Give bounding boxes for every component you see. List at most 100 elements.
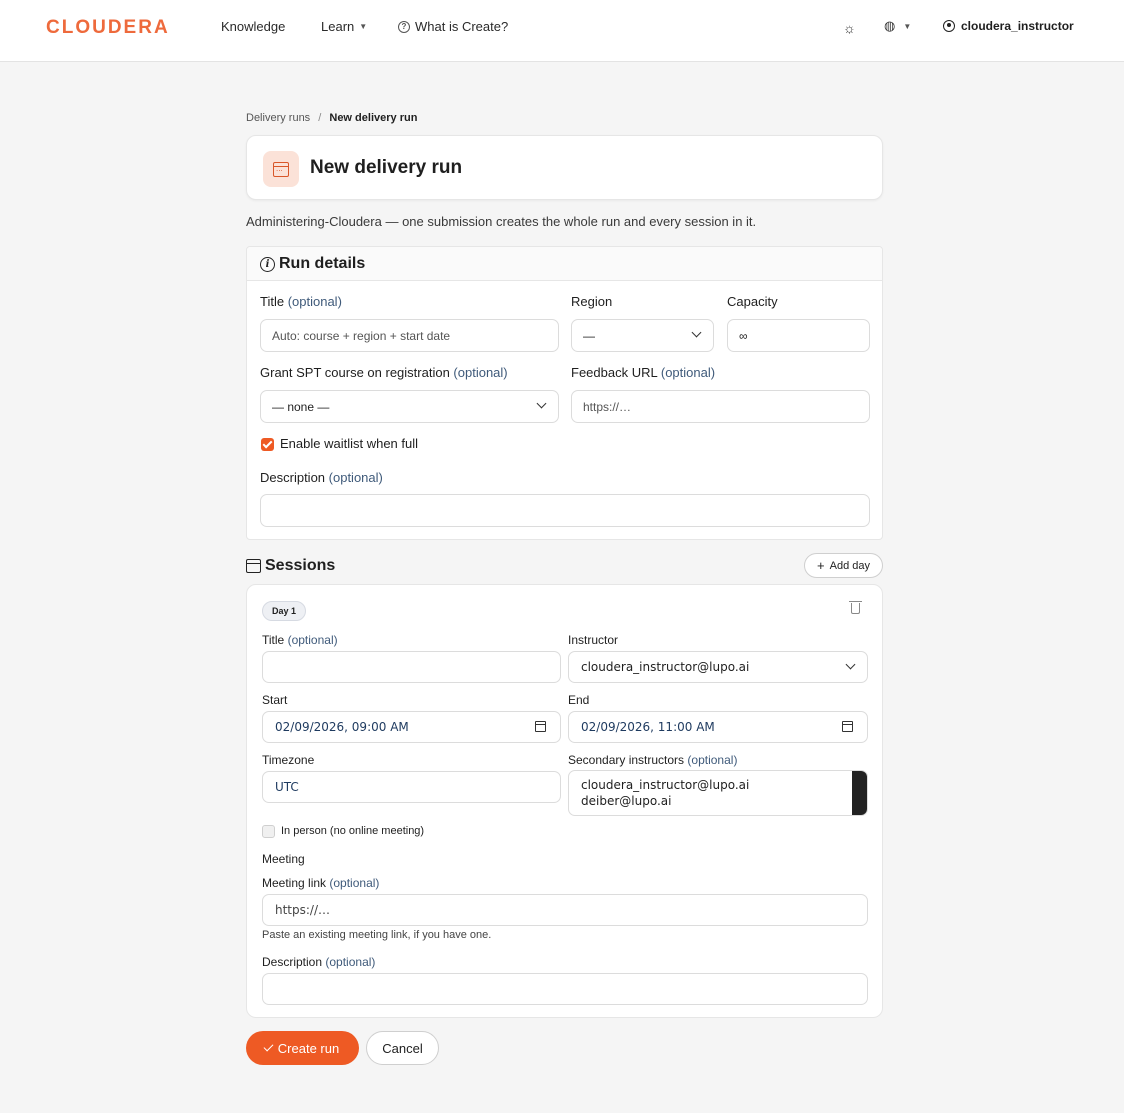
info-icon: i	[260, 256, 275, 272]
meeting-link-label-text: Meeting link	[262, 876, 327, 890]
optional-text: (optional)	[453, 365, 508, 380]
optional-text: (optional)	[325, 955, 376, 969]
start-label: Start	[262, 693, 288, 707]
check-icon	[263, 1041, 274, 1052]
meeting-link-label: Meeting link (optional)	[262, 876, 379, 890]
region-label: Region	[571, 294, 613, 309]
secondary-instructors-label: Secondary instructors (optional)	[568, 753, 737, 767]
nav-learn-label: Learn	[321, 19, 355, 34]
cancel-button[interactable]: Cancel	[366, 1031, 439, 1065]
calendar-icon[interactable]	[842, 721, 853, 732]
nav-what-is-create-label: What is Create?	[415, 19, 509, 34]
grant-course-label: Grant SPT course on registration (option…	[260, 365, 508, 380]
grant-course-value: — none —	[272, 399, 330, 414]
optional-text: (optional)	[329, 876, 380, 890]
session-description-input[interactable]	[262, 973, 868, 1005]
end-value: 02/09/2026, 11:00 AM	[581, 720, 715, 734]
run-description-label-text: Description	[260, 470, 326, 485]
sessions-heading: Sessions	[246, 557, 335, 575]
meeting-heading: Meeting	[262, 852, 305, 866]
session-day-card: Day 1 Title (optional) Instructor cloude…	[246, 584, 883, 1018]
run-title-label: Title (optional)	[260, 294, 342, 309]
session-title-label-text: Title	[262, 633, 285, 647]
breadcrumb-delivery-runs[interactable]: Delivery runs	[246, 112, 310, 124]
meeting-link-help: Paste an existing meeting link, if you h…	[262, 929, 492, 941]
chevron-down-icon: ▼	[359, 22, 368, 31]
instructor-label: Instructor	[568, 633, 619, 647]
page-title: New delivery run	[310, 157, 463, 178]
day-badge: Day 1	[262, 601, 307, 621]
calendar-icon	[246, 559, 261, 573]
session-description-label: Description (optional)	[262, 955, 375, 969]
create-run-button[interactable]: Create run	[246, 1031, 359, 1065]
run-title-input[interactable]: Auto: course + region + start date	[260, 319, 559, 352]
scrollbar[interactable]	[852, 771, 867, 815]
optional-text: (optional)	[687, 753, 738, 767]
nav-what-is-create[interactable]: ? What is Create?	[398, 19, 508, 34]
capacity-input[interactable]: ∞	[727, 319, 870, 352]
feedback-url-input[interactable]: https://…	[571, 390, 870, 423]
calendar-icon[interactable]	[535, 721, 546, 732]
run-description-input[interactable]	[260, 494, 870, 527]
optional-text: (optional)	[287, 294, 342, 309]
language-menu[interactable]: ◍ ▼	[884, 18, 911, 34]
instructor-value: cloudera_instructor@lupo.ai	[581, 660, 750, 674]
run-details-card: i Run details Title (optional) Auto: cour…	[246, 246, 883, 540]
timezone-input[interactable]: UTC	[262, 771, 561, 803]
secondary-instructor-option[interactable]: cloudera_instructor@lupo.ai	[581, 777, 855, 793]
sessions-heading-label: Sessions	[265, 557, 336, 574]
run-details-heading-label: Run details	[279, 255, 366, 272]
optional-text: (optional)	[287, 633, 338, 647]
chevron-down-icon	[845, 659, 856, 670]
top-nav: CLOUDERA Knowledge Learn ▼ ? What is Creat…	[0, 0, 1124, 62]
end-datetime-input[interactable]: 02/09/2026, 11:00 AM	[568, 711, 868, 743]
in-person-checkbox[interactable]	[262, 825, 275, 838]
nav-learn[interactable]: Learn ▼	[321, 19, 367, 34]
username: cloudera_instructor	[961, 19, 1074, 33]
add-day-button[interactable]: + Add day	[804, 553, 883, 578]
secondary-instructor-option[interactable]: deiber@lupo.ai	[581, 793, 855, 809]
region-select[interactable]: —	[571, 319, 714, 352]
secondary-instructors-select[interactable]: cloudera_instructor@lupo.ai deiber@lupo.…	[568, 770, 868, 816]
chevron-down-icon: ▼	[903, 21, 912, 31]
grant-course-select[interactable]: — none —	[260, 390, 559, 423]
calendar-icon	[263, 151, 299, 187]
chevron-down-icon	[691, 327, 702, 338]
in-person-label[interactable]: In person (no online meeting)	[281, 825, 424, 837]
nav-knowledge-label: Knowledge	[221, 19, 286, 34]
optional-text: (optional)	[328, 470, 383, 485]
add-day-label: Add day	[829, 559, 870, 572]
end-label: End	[568, 693, 590, 707]
run-description-label: Description (optional)	[260, 470, 383, 485]
page-header-card: New delivery run	[246, 135, 883, 200]
breadcrumb: Delivery runs / New delivery run	[246, 112, 417, 124]
session-title-input[interactable]	[262, 651, 561, 683]
grant-course-label-text: Grant SPT course on registration	[260, 365, 450, 380]
nav-knowledge[interactable]: Knowledge	[221, 19, 285, 34]
optional-text: (optional)	[660, 365, 716, 380]
start-datetime-input[interactable]: 02/09/2026, 09:00 AM	[262, 711, 561, 743]
instructor-select[interactable]: cloudera_instructor@lupo.ai	[568, 651, 868, 683]
feedback-url-label: Feedback URL (optional)	[571, 365, 715, 380]
cloudera-logo[interactable]: CLOUDERA	[46, 17, 170, 39]
theme-toggle-sun-icon[interactable]: ☼	[843, 20, 856, 36]
session-title-label: Title (optional)	[262, 633, 338, 647]
capacity-label: Capacity	[727, 294, 778, 309]
meeting-link-input[interactable]: https://…	[262, 894, 868, 926]
breadcrumb-current: New delivery run	[329, 112, 418, 124]
plus-icon: +	[817, 558, 825, 573]
help-icon: ?	[398, 20, 410, 33]
secondary-instructors-label-text: Secondary instructors	[568, 753, 685, 767]
waitlist-label[interactable]: Enable waitlist when full	[280, 436, 418, 451]
feedback-url-label-text: Feedback URL	[571, 365, 658, 380]
user-icon	[943, 20, 955, 32]
breadcrumb-separator: /	[318, 112, 322, 124]
user-menu[interactable]: cloudera_instructor	[943, 19, 1074, 33]
waitlist-checkbox[interactable]	[261, 438, 274, 451]
page-subtitle: Administering-Cloudera — one submission …	[246, 214, 757, 229]
run-title-label-text: Title	[260, 294, 285, 309]
start-value: 02/09/2026, 09:00 AM	[275, 720, 409, 734]
trash-icon[interactable]	[849, 601, 862, 614]
chevron-down-icon	[536, 398, 547, 409]
globe-icon: ◍	[884, 18, 896, 33]
